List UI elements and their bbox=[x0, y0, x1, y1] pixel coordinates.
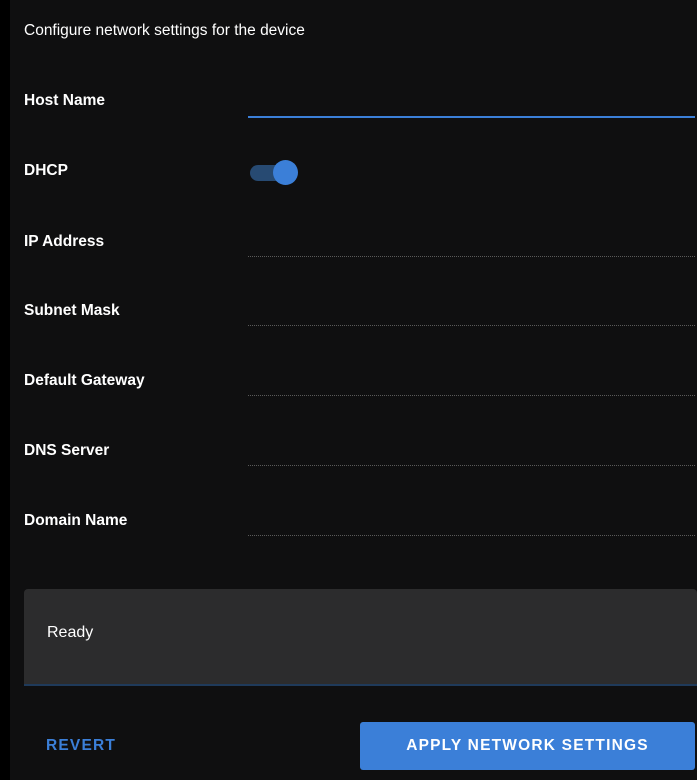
subnet-mask-input[interactable] bbox=[248, 295, 695, 326]
page-title: Configure network settings for the devic… bbox=[24, 22, 305, 39]
apply-network-settings-button[interactable]: APPLY NETWORK SETTINGS bbox=[360, 722, 695, 770]
network-settings-panel: Configure network settings for the devic… bbox=[10, 0, 697, 780]
domain-name-label: Domain Name bbox=[24, 512, 128, 529]
dhcp-label: DHCP bbox=[24, 162, 68, 179]
dns-server-input[interactable] bbox=[248, 435, 695, 466]
host-name-input[interactable] bbox=[248, 86, 695, 118]
revert-button[interactable]: REVERT bbox=[32, 722, 130, 770]
ip-address-label: IP Address bbox=[24, 233, 105, 250]
host-name-label: Host Name bbox=[24, 92, 105, 109]
status-text: Ready bbox=[47, 624, 94, 641]
default-gateway-input[interactable] bbox=[248, 365, 695, 396]
domain-name-input[interactable] bbox=[248, 505, 695, 536]
subnet-mask-label: Subnet Mask bbox=[24, 302, 120, 319]
ip-address-input[interactable] bbox=[248, 226, 695, 257]
dns-server-label: DNS Server bbox=[24, 442, 110, 459]
default-gateway-label: Default Gateway bbox=[24, 372, 145, 389]
status-box: Ready bbox=[24, 589, 697, 686]
dhcp-toggle-thumb bbox=[273, 160, 298, 185]
dhcp-toggle[interactable] bbox=[248, 160, 302, 185]
